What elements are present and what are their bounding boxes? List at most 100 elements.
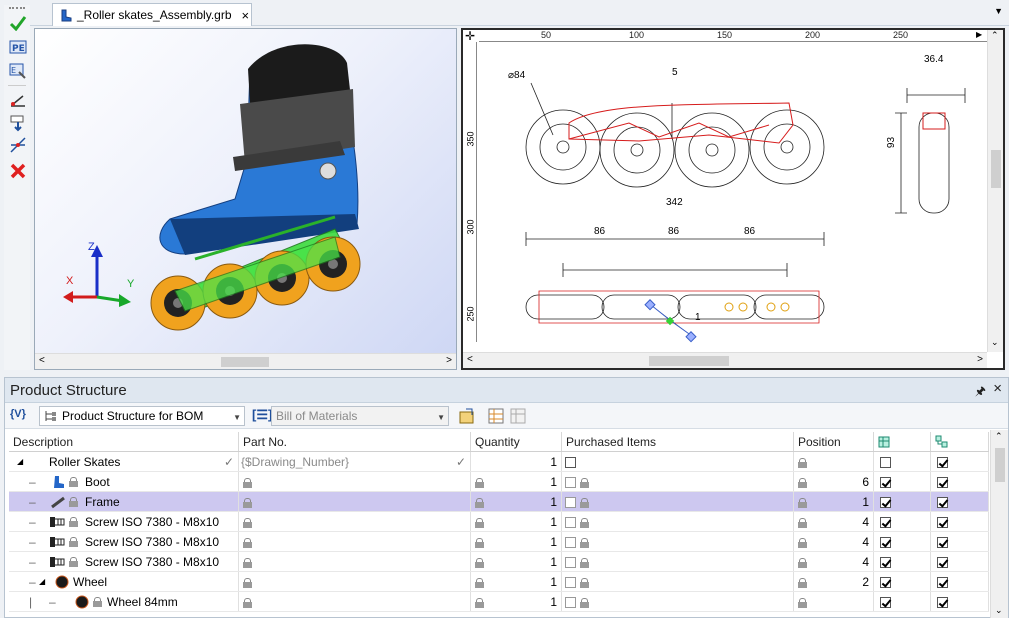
structure-checkbox[interactable]	[937, 597, 948, 609]
col-description[interactable]: Description	[9, 432, 239, 451]
row-description: Roller Skates	[49, 455, 121, 469]
structure-checkbox[interactable]	[937, 577, 948, 589]
bom-checkbox[interactable]	[880, 577, 891, 589]
scroll-right-icon[interactable]: >	[446, 355, 452, 366]
2d-drawing-viewport[interactable]: 50 100 150 200 250 ✛ ▶ 350 300 250 ⌀84 5…	[461, 28, 1005, 370]
structure-checkbox[interactable]	[937, 477, 948, 489]
toolbar-grip	[9, 7, 25, 9]
purchased-checkbox[interactable]	[565, 457, 576, 469]
2d-vscrollbar[interactable]: ⌃ ⌄	[987, 30, 1003, 352]
2d-vscroll-thumb[interactable]	[991, 150, 1001, 188]
table-row[interactable]: – Boot 1 6	[9, 472, 989, 492]
tree-line: |	[29, 595, 33, 609]
table-row[interactable]: – Screw ISO 7380 - M8x10 1 4	[9, 532, 989, 552]
grid-header: Description Part No. Quantity Purchased …	[9, 432, 989, 452]
col-include-structure[interactable]	[931, 432, 989, 451]
insert-icon[interactable]	[8, 113, 28, 133]
col-include-bom[interactable]	[874, 432, 931, 451]
scroll-left-icon[interactable]: <	[467, 354, 473, 365]
table-row[interactable]: ◢ Roller Skates ✓ {$Drawing_Number} ✓ 1	[9, 452, 989, 472]
scroll-right-icon[interactable]: >	[977, 354, 983, 365]
document-tab[interactable]: _Roller skates_Assembly.grb ×	[52, 3, 252, 26]
ruler-origin-icon[interactable]: ✛	[465, 29, 475, 43]
bom-checkbox[interactable]	[880, 557, 891, 569]
purchased-checkbox[interactable]	[565, 477, 576, 489]
structure-select-value: Product Structure for BOM	[62, 409, 204, 423]
purchased-checkbox[interactable]	[565, 497, 576, 509]
dim-length: 342	[666, 197, 683, 208]
cancel-x-icon[interactable]	[8, 161, 28, 181]
roller-skate-3d-model	[63, 44, 361, 331]
pin-icon[interactable]: 🖈	[975, 382, 986, 403]
scroll-down-icon[interactable]: ⌄	[995, 605, 1003, 616]
variables-button[interactable]: {V}	[10, 408, 26, 420]
col-quantity[interactable]: Quantity	[471, 432, 562, 451]
scroll-down-icon[interactable]: ⌄	[991, 337, 999, 348]
purchased-checkbox[interactable]	[565, 517, 576, 529]
bom-checkbox[interactable]	[880, 517, 891, 529]
close-tab-icon[interactable]: ×	[242, 8, 250, 23]
left-ruler: 350 300 250	[463, 42, 477, 342]
purchased-checkbox[interactable]	[565, 557, 576, 569]
purchased-checkbox[interactable]	[565, 577, 576, 589]
collapse-icon[interactable]: ◢	[39, 572, 45, 592]
export-report-icon[interactable]	[458, 407, 476, 425]
purchased-checkbox[interactable]	[565, 537, 576, 549]
3d-scroll-thumb[interactable]	[221, 357, 269, 367]
panel-title: Product Structure	[10, 381, 127, 399]
scroll-up-icon[interactable]: ⌃	[991, 30, 999, 41]
report-select[interactable]: Bill of Materials ▼	[271, 406, 449, 426]
grid-vscroll-thumb[interactable]	[995, 448, 1005, 482]
row-quantity: 1	[550, 455, 557, 469]
row-description: Screw ISO 7380 - M8x10	[85, 535, 220, 549]
collapse-icon[interactable]: ◢	[17, 452, 23, 472]
tab-list-chevron-down-icon[interactable]: ▼	[994, 6, 1003, 16]
settings-table-icon[interactable]	[510, 408, 526, 424]
table-row-selected[interactable]: – Frame 1 1	[9, 492, 989, 512]
bom-checkbox[interactable]	[880, 537, 891, 549]
structure-checkbox[interactable]	[937, 537, 948, 549]
bom-checkbox[interactable]	[880, 457, 891, 469]
bom-checkbox[interactable]	[880, 597, 891, 609]
grid-vscrollbar[interactable]: ⌃ ⌄	[990, 430, 1008, 618]
bom-checkbox[interactable]	[880, 497, 891, 509]
parameters-icon[interactable]: PE	[8, 37, 28, 57]
purchased-checkbox[interactable]	[565, 597, 576, 609]
table-row[interactable]: | – Wheel 84mm 1	[9, 592, 989, 612]
2d-hscroll-thumb[interactable]	[649, 356, 729, 366]
scroll-left-icon[interactable]: <	[39, 355, 45, 366]
ruler-scroll-right-icon[interactable]: ▶	[976, 30, 982, 39]
2d-hscrollbar[interactable]: < >	[463, 352, 987, 368]
col-purchased[interactable]: Purchased Items	[562, 432, 794, 451]
3d-hscrollbar[interactable]: < >	[35, 353, 456, 369]
report-icon[interactable]: [☰]	[252, 407, 272, 423]
bom-checkbox[interactable]	[880, 477, 891, 489]
row-position: 4	[862, 555, 869, 569]
ok-check-icon[interactable]	[8, 13, 28, 33]
structure-checkbox[interactable]	[937, 517, 948, 529]
lock-icon	[798, 537, 807, 548]
table-row[interactable]: – ◢ Wheel 1 2	[9, 572, 989, 592]
scroll-up-icon[interactable]: ⌃	[995, 431, 1003, 442]
table-view-icon[interactable]	[488, 408, 504, 424]
col-position[interactable]: Position	[794, 432, 874, 451]
tree-line: –	[29, 495, 36, 509]
dimension-icon[interactable]	[8, 135, 28, 155]
row-part-no[interactable]: {$Drawing_Number}	[241, 452, 349, 472]
col-part-no[interactable]: Part No.	[239, 432, 471, 451]
dim-width: 36.4	[924, 54, 944, 65]
structure-checkbox[interactable]	[937, 497, 948, 509]
structure-select[interactable]: Product Structure for BOM ▼	[39, 406, 245, 426]
structure-checkbox[interactable]	[937, 457, 948, 469]
table-row[interactable]: – Screw ISO 7380 - M8x10 1 4	[9, 512, 989, 532]
close-panel-icon[interactable]: ×	[993, 380, 1002, 397]
3d-viewport[interactable]: Z X Y < >	[34, 28, 457, 370]
row-quantity: 1	[550, 555, 557, 569]
lock-icon	[475, 537, 484, 548]
lock-icon	[93, 597, 102, 607]
edit-parameters-icon[interactable]: E	[8, 61, 28, 81]
dim-spacing-1: 86	[594, 226, 606, 237]
line-tool-icon[interactable]	[8, 91, 28, 111]
structure-checkbox[interactable]	[937, 557, 948, 569]
table-row[interactable]: – Screw ISO 7380 - M8x10 1 4	[9, 552, 989, 572]
